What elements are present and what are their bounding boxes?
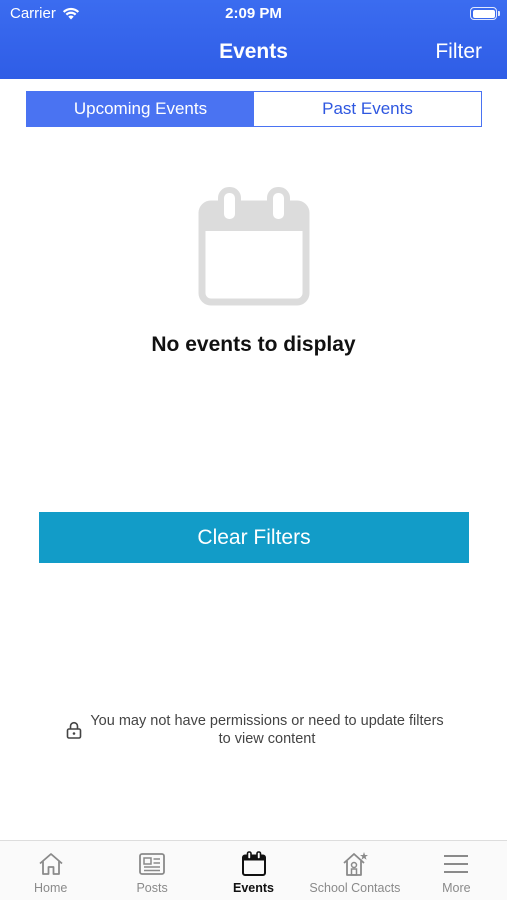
battery-icon: [470, 7, 500, 20]
permission-line-1: You may not have permissions or need to …: [90, 713, 444, 729]
tab-posts-label: Posts: [136, 881, 168, 895]
tab-school-contacts-label: School Contacts: [309, 881, 401, 895]
menu-icon: [441, 851, 471, 877]
clear-filters-button[interactable]: Clear Filters: [39, 512, 469, 563]
bottom-tab-bar: Home Posts Events School Contacts More: [0, 840, 507, 900]
filter-button[interactable]: Filter: [435, 40, 482, 64]
app-screen: Carrier 2:09 PM Events Filter Upcoming E…: [0, 0, 507, 900]
tab-posts[interactable]: Posts: [101, 841, 202, 900]
home-icon: [36, 851, 66, 877]
permission-line-2: to view content: [218, 731, 316, 747]
tab-home[interactable]: Home: [0, 841, 101, 900]
events-segmented-control: Upcoming Events Past Events: [26, 91, 482, 127]
permission-note: You may not have permissions or need to …: [40, 712, 470, 748]
calendar-icon: [198, 187, 310, 306]
empty-state-message: No events to display: [151, 333, 356, 356]
tab-school-contacts[interactable]: School Contacts: [304, 841, 405, 900]
status-bar: Carrier 2:09 PM: [0, 0, 507, 28]
tab-past-events[interactable]: Past Events: [254, 92, 481, 126]
tab-events-label: Events: [233, 881, 275, 895]
tab-upcoming-events[interactable]: Upcoming Events: [27, 92, 254, 126]
school-contacts-icon: [340, 851, 370, 877]
page-title: Events: [219, 40, 288, 63]
header: Carrier 2:09 PM Events Filter: [0, 0, 507, 79]
posts-icon: [137, 851, 167, 877]
status-time: 2:09 PM: [225, 5, 282, 22]
tab-events[interactable]: Events: [203, 841, 304, 900]
calendar-icon: [239, 851, 269, 877]
permission-text: You may not have permissions or need to …: [90, 712, 443, 748]
lock-icon: [67, 721, 82, 739]
tab-more-label: More: [442, 881, 471, 895]
tab-home-label: Home: [34, 881, 68, 895]
tab-more[interactable]: More: [406, 841, 507, 900]
